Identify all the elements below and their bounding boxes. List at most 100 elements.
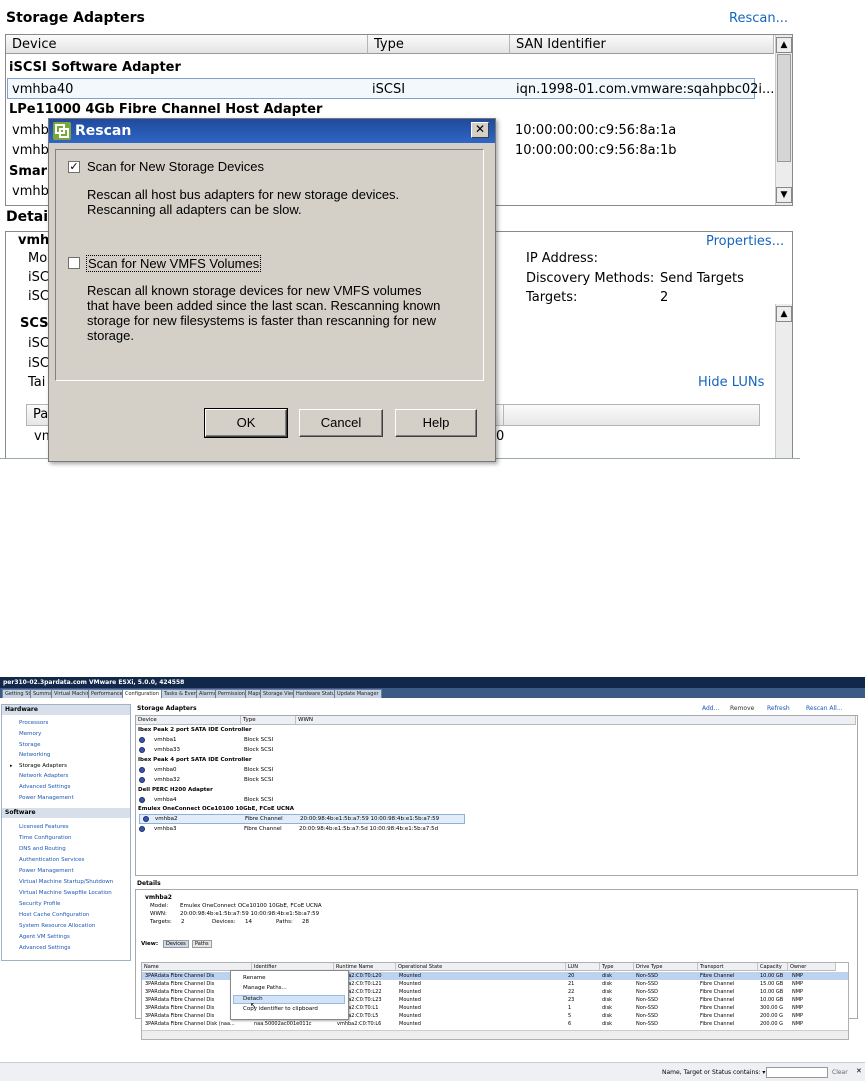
view-devices-button[interactable]: Devices [163,940,189,948]
wwn-cell: 20:00:98:4b:e1:5b:a7:5d 10:00:98:4b:e1:5… [299,826,439,832]
owner-cell: NMP [792,981,804,987]
tab-performance[interactable]: Performance [88,689,126,698]
transport-cell: Fibre Channel [700,1021,735,1027]
sidebar-item-processors[interactable]: Processors [19,720,48,726]
col-transport[interactable]: Transport [698,963,758,971]
menu-item-manage-paths[interactable]: Manage Paths... [243,985,287,991]
dialog-titlebar[interactable]: Rescan ✕ [49,119,495,143]
sidebar-item-storage[interactable]: Storage [19,742,41,748]
refresh-link[interactable]: Refresh [767,705,790,712]
properties-link[interactable]: Properties... [706,234,784,249]
adapter-row[interactable]: vmhba3 Fibre Channel 20:00:98:4b:e1:5b:a7:… [136,824,856,834]
scroll-thumb[interactable] [777,54,791,162]
tab-update-manager[interactable]: Update Manager [334,689,382,698]
device-cell: vmhb [12,143,49,158]
ok-button[interactable]: OK [204,408,288,438]
scan-vmfs-volumes-checkbox[interactable] [68,257,80,269]
table-row[interactable]: 3PARdata Fibre Channel Disk (naa... naa.… [142,1020,848,1028]
col-type[interactable]: Type [600,963,634,971]
adapter-row[interactable]: vmhba32 Block SCSI [136,775,856,785]
state-cell: Mounted [399,981,421,987]
details-scrollbar[interactable]: ▲ [775,304,792,458]
adapter-row-vmhba40[interactable]: vmhba40 iSCSI iqn.1998-01.com.vmware:sqa… [7,78,774,99]
scan-storage-devices-checkbox[interactable]: ✓ [68,161,80,173]
sidebar-item-time-configuration[interactable]: Time Configuration [19,835,72,841]
filter-input[interactable] [766,1067,828,1078]
name-cell: 3PARdata Fibre Channel Dis [145,981,215,987]
col-drive-type[interactable]: Drive Type [634,963,698,971]
sidebar-item-power-management[interactable]: Power Management [19,868,74,874]
col-owner[interactable]: Owner [788,963,836,971]
sidebar-item-host-cache[interactable]: Host Cache Configuration [19,912,89,918]
scroll-up-icon[interactable]: ▲ [776,306,792,322]
horizontal-scrollbar[interactable] [142,1030,848,1039]
sidebar-item-authentication[interactable]: Authentication Services [19,857,84,863]
desc-line: Rescan all known storage devices for new… [87,283,422,298]
sidebar-item-agent-vm[interactable]: Agent VM Settings [19,934,70,940]
col-device[interactable]: Device [136,716,241,725]
scan-vmfs-volumes-label[interactable]: Scan for New VMFS Volumes [85,255,262,272]
cancel-button[interactable]: Cancel [299,409,383,437]
adapter-icon [139,767,145,773]
drive-cell: Non-SSD [636,997,658,1003]
owner-cell: NMP [792,989,804,995]
add-link[interactable]: Add... [702,705,719,712]
rescan-link[interactable]: Rescan... [729,11,788,26]
help-button[interactable]: Help [395,409,477,437]
sidebar-item-advanced-settings[interactable]: Advanced Settings [19,945,70,951]
col-san-identifier[interactable]: SAN Identifier [510,35,774,54]
col-type[interactable]: Type [368,35,510,54]
view-label: View: [141,941,159,947]
lun-cell: 23 [568,997,575,1003]
details-label: Tai [28,375,46,390]
remove-link[interactable]: Remove [730,705,754,712]
sidebar-item-security-profile[interactable]: Security Profile [19,901,60,907]
col-operational-state[interactable]: Operational State [396,963,566,971]
clear-button[interactable]: Clear [832,1069,848,1076]
close-icon[interactable]: ✕ [471,122,489,138]
adapter-row-selected[interactable]: vmhba2 Fibre Channel 20:00:98:4b:e1:5b:a7:… [139,814,465,824]
adapters-scrollbar[interactable]: ▲ ▼ [775,35,792,205]
wwn-label: WWN: [150,911,167,917]
details-label: Mo [28,251,48,266]
scan-storage-devices-label[interactable]: Scan for New Storage Devices [87,159,264,174]
col-lun[interactable]: LUN [566,963,600,971]
desc-line: Rescanning all adapters can be slow. [87,202,302,217]
adapter-row[interactable]: vmhba33 Block SCSI [136,745,856,755]
scroll-up-icon[interactable]: ▲ [776,37,792,53]
col-type[interactable]: Type [241,716,296,725]
paths-col-header[interactable]: Pa [33,407,48,422]
filter-label[interactable]: Name, Target or Status contains: ▾ [662,1069,765,1076]
sidebar-item-memory[interactable]: Memory [19,731,41,737]
drive-cell: Non-SSD [636,1005,658,1011]
san-cell: 10:00:00:00:c9:56:8a:1a [515,123,677,138]
sidebar-item-storage-adapters[interactable]: Storage Adapters [19,763,67,769]
close-icon[interactable]: ✕ [856,1067,862,1075]
sidebar-item-advanced-settings[interactable]: Advanced Settings [19,784,70,790]
col-device[interactable]: Device [6,35,368,54]
sidebar-item-network-adapters[interactable]: Network Adapters [19,773,68,779]
sidebar-item-system-resource[interactable]: System Resource Allocation [19,923,95,929]
devices-label: Devices: [212,919,236,925]
tab-configuration[interactable]: Configuration [122,689,162,698]
sidebar-item-licensed-features[interactable]: Licensed Features [19,824,69,830]
sidebar-item-power-management[interactable]: Power Management [19,795,74,801]
view-paths-button[interactable]: Paths [192,940,212,948]
scroll-down-icon[interactable]: ▼ [776,187,792,203]
menu-item-rename[interactable]: Rename [243,975,266,981]
sidebar-item-vm-startup[interactable]: Virtual Machine Startup/Shutdown [19,879,113,885]
lun-cell: 6 [568,1021,572,1027]
rescan-all-link[interactable]: Rescan All... [806,705,843,712]
sidebar-item-dns-routing[interactable]: DNS and Routing [19,846,66,852]
desc-line: that have been added since the last scan… [87,298,441,313]
sidebar-item-networking[interactable]: Networking [19,752,50,758]
scan-storage-devices-desc: Rescan all host bus adapters for new sto… [87,187,399,217]
adapter-row[interactable]: vmhba1 Block SCSI [136,735,856,745]
state-cell: Mounted [399,989,421,995]
adapter-row[interactable]: vmhba0 Block SCSI [136,765,856,775]
col-wwn[interactable]: WWN [296,716,856,725]
hide-luns-link[interactable]: Hide LUNs [698,375,764,390]
sidebar-item-vm-swapfile[interactable]: Virtual Machine Swapfile Location [19,890,112,896]
device-cell: vmhba32 [154,777,180,783]
col-capacity[interactable]: Capacity [758,963,788,971]
